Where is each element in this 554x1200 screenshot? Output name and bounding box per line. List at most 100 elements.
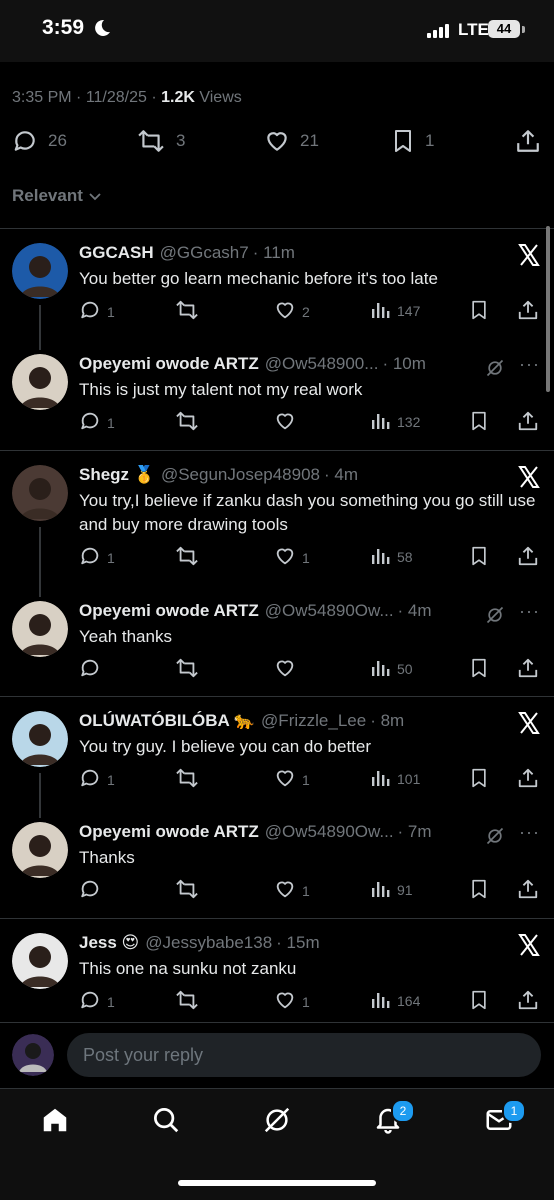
like-button[interactable]: 1 <box>274 989 310 1014</box>
reply-header: Opeyemi owode ARTZ @Ow54890Ow... · 4m <box>79 601 499 621</box>
bookmark-button[interactable] <box>469 545 489 570</box>
heart-icon <box>267 132 287 151</box>
display-name[interactable]: Opeyemi owode ARTZ <box>79 822 259 841</box>
share-button[interactable] <box>517 545 539 570</box>
tab-grok[interactable] <box>262 1105 292 1140</box>
display-name[interactable]: OLÚWATÓBILÓBA 🐆 <box>79 711 255 730</box>
x-logo-icon <box>518 466 540 488</box>
grok-icon[interactable] <box>485 826 505 846</box>
like-button[interactable] <box>274 657 302 682</box>
repost-button[interactable] <box>175 767 205 792</box>
handle[interactable]: @Ow54890Ow... <box>265 601 394 620</box>
avatar[interactable] <box>12 711 68 767</box>
display-name[interactable]: Shegz 🥇 <box>79 465 155 484</box>
tab-notifications[interactable]: 2 <box>373 1099 415 1140</box>
like-button[interactable]: 1 <box>274 767 310 792</box>
repost-icon <box>175 545 199 570</box>
scrollbar[interactable] <box>546 226 550 392</box>
tab-search[interactable] <box>151 1105 181 1140</box>
share-button[interactable] <box>517 767 539 792</box>
more-options-icon[interactable]: ··· <box>519 822 540 843</box>
sort-dropdown[interactable]: Relevant <box>12 186 103 206</box>
tab-messages[interactable]: 1 <box>484 1099 526 1140</box>
handle[interactable]: @SegunJosep48908 <box>161 465 320 484</box>
avatar[interactable] <box>12 1034 54 1076</box>
share-button[interactable] <box>515 128 541 154</box>
share-button[interactable] <box>517 410 539 435</box>
bookmark-button[interactable] <box>469 878 489 903</box>
avatar[interactable] <box>12 933 68 989</box>
views-button[interactable]: 50 <box>371 657 413 680</box>
repost-button[interactable] <box>175 410 205 435</box>
views-button[interactable]: 132 <box>371 410 420 433</box>
bookmark-button[interactable] <box>469 299 489 324</box>
reply-button[interactable]: 1 <box>79 767 115 792</box>
display-name[interactable]: GGCASH <box>79 243 154 262</box>
bookmark-count: 1 <box>425 131 435 150</box>
reply-button[interactable]: 1 <box>79 410 115 435</box>
avatar[interactable] <box>12 465 68 521</box>
heart-icon <box>274 299 296 324</box>
bookmark-icon <box>469 410 489 435</box>
like-button[interactable]: 21 <box>264 128 319 154</box>
handle[interactable]: @Jessybabe138 <box>145 933 272 952</box>
repost-button[interactable] <box>175 989 205 1014</box>
like-button[interactable]: 2 <box>274 299 310 324</box>
repost-icon <box>175 878 199 903</box>
reply-button[interactable] <box>79 657 107 682</box>
reply-button[interactable]: 1 <box>79 299 115 324</box>
views-button[interactable]: 164 <box>371 989 420 1012</box>
repost-button[interactable]: 3 <box>136 128 185 154</box>
avatar[interactable] <box>12 243 68 299</box>
reply-button[interactable] <box>79 878 107 903</box>
handle[interactable]: @Frizzle_Lee <box>261 711 366 730</box>
repost-button[interactable] <box>175 545 205 570</box>
handle[interactable]: @GGcash7 <box>160 243 249 262</box>
views-button[interactable]: 147 <box>371 299 420 322</box>
repost-button[interactable] <box>175 657 205 682</box>
share-button[interactable] <box>517 657 539 682</box>
reply-button[interactable]: 26 <box>12 128 67 154</box>
bookmark-button[interactable] <box>469 657 489 682</box>
like-count: 1 <box>302 549 310 566</box>
share-button[interactable] <box>517 989 539 1014</box>
share-button[interactable] <box>517 299 539 324</box>
grok-icon[interactable] <box>485 358 505 378</box>
like-button[interactable] <box>274 410 302 435</box>
views-icon <box>371 545 391 568</box>
display-name[interactable]: Jess 😍 <box>79 933 139 952</box>
reply-input[interactable]: Post your reply <box>67 1033 541 1077</box>
reply-button[interactable]: 1 <box>79 545 115 570</box>
display-name[interactable]: Opeyemi owode ARTZ <box>79 354 259 373</box>
bookmark-button[interactable] <box>469 767 489 792</box>
reply-icon <box>79 878 101 903</box>
avatar[interactable] <box>12 354 68 410</box>
repost-icon <box>175 410 199 435</box>
more-options-icon[interactable]: ··· <box>519 601 540 622</box>
bookmark-button[interactable] <box>469 989 489 1014</box>
tab-home[interactable] <box>40 1105 70 1140</box>
share-button[interactable] <box>517 878 539 903</box>
avatar[interactable] <box>12 822 68 878</box>
bookmark-button[interactable] <box>469 410 489 435</box>
reply-header: OLÚWATÓBILÓBA 🐆 @Frizzle_Lee · 8m <box>79 711 499 731</box>
bookmark-button[interactable]: 1 <box>391 128 434 154</box>
like-button[interactable]: 1 <box>274 545 310 570</box>
avatar[interactable] <box>12 601 68 657</box>
views-button[interactable]: 91 <box>371 878 413 901</box>
handle[interactable]: @Ow54890Ow... <box>265 822 394 841</box>
like-button[interactable]: 1 <box>274 878 310 903</box>
share-icon <box>517 299 539 324</box>
repost-button[interactable] <box>175 878 205 903</box>
grok-icon[interactable] <box>485 605 505 625</box>
timestamp: · 4m <box>397 601 432 620</box>
views-button[interactable]: 58 <box>371 545 413 568</box>
views-button[interactable]: 101 <box>371 767 420 790</box>
display-name[interactable]: Opeyemi owode ARTZ <box>79 601 259 620</box>
reply-text: Yeah thanks <box>79 627 172 646</box>
handle[interactable]: @Ow548900... <box>265 354 379 373</box>
reply-button[interactable]: 1 <box>79 989 115 1014</box>
repost-button[interactable] <box>175 299 205 324</box>
chevron-down-icon <box>89 193 101 201</box>
more-options-icon[interactable]: ··· <box>519 354 540 375</box>
